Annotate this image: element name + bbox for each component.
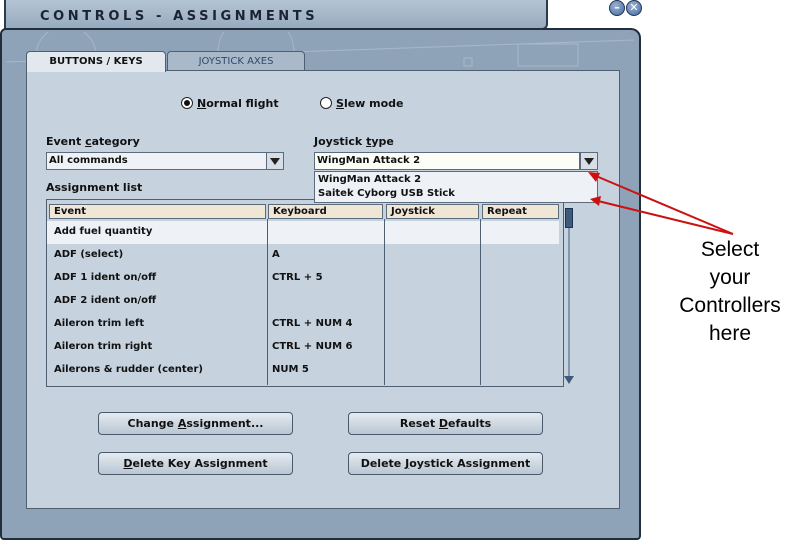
- tab-buttons-keys[interactable]: BUTTONS / KEYS: [26, 51, 166, 72]
- radio-button-icon: [181, 97, 193, 109]
- tab-joystick-axes[interactable]: JOYSTICK AXES: [167, 51, 305, 71]
- window-title: CONTROLS - ASSIGNMENTS: [40, 9, 319, 24]
- table-row[interactable]: ADF (select) A: [48, 249, 558, 265]
- close-icon[interactable]: ✕: [626, 0, 642, 16]
- table-row[interactable]: ADF 1 ident on/off CTRL + 5: [48, 272, 558, 288]
- assignment-list-label: Assignment list: [46, 181, 143, 194]
- annotation-callout: Select your Controllers here: [662, 236, 798, 348]
- cell-event: ADF 1 ident on/off: [54, 272, 157, 283]
- event-category-label: Event category: [46, 135, 140, 148]
- cell-event: Ailerons & rudder (center): [54, 364, 203, 375]
- annotation-line: Select: [700, 238, 760, 261]
- delete-key-assignment-button[interactable]: Delete Key Assignment: [98, 452, 293, 475]
- joystick-type-dropdown-list: WingMan Attack 2 Saitek Cyborg USB Stick: [314, 171, 598, 203]
- dropdown-option[interactable]: Saitek Cyborg USB Stick: [318, 188, 455, 199]
- cell-event: Aileron trim left: [54, 318, 145, 329]
- radio-selected-dot: [184, 100, 190, 106]
- dropdown-option[interactable]: WingMan Attack 2: [318, 174, 421, 185]
- slew-mode-radio[interactable]: Slew mode: [320, 97, 404, 111]
- column-header-keyboard[interactable]: Keyboard: [268, 204, 383, 219]
- column-header-joystick[interactable]: Joystick: [386, 204, 479, 219]
- normal-flight-label: Normal flight: [197, 97, 279, 110]
- annotation-line: your: [709, 266, 751, 289]
- event-category-select[interactable]: All commands: [46, 152, 267, 170]
- table-row[interactable]: Aileron trim left CTRL + NUM 4: [48, 318, 558, 334]
- cell-keyboard: CTRL + NUM 6: [272, 341, 353, 352]
- table-row[interactable]: Ailerons & rudder (center) NUM 5: [48, 364, 558, 380]
- joystick-type-label: Joystick type: [314, 135, 394, 148]
- table-row[interactable]: Add fuel quantity: [48, 226, 558, 242]
- annotation-arrows: [588, 172, 734, 235]
- joystick-type-select[interactable]: WingMan Attack 2: [314, 152, 580, 170]
- table-row[interactable]: ADF 2 ident on/off: [48, 295, 558, 311]
- minimize-icon[interactable]: –: [609, 0, 625, 16]
- cell-keyboard: NUM 5: [272, 364, 309, 375]
- cell-keyboard: CTRL + NUM 4: [272, 318, 353, 329]
- cell-keyboard: CTRL + 5: [272, 272, 323, 283]
- annotation-line: Controllers: [679, 294, 781, 317]
- cell-event: ADF (select): [54, 249, 124, 260]
- annotation-line: here: [708, 322, 752, 345]
- cell-keyboard: A: [272, 249, 280, 260]
- cell-event: Aileron trim right: [54, 341, 153, 352]
- column-header-event[interactable]: Event: [49, 204, 266, 219]
- reset-defaults-button[interactable]: Reset Defaults: [348, 412, 543, 435]
- cell-event: Add fuel quantity: [54, 226, 153, 237]
- cell-event: ADF 2 ident on/off: [54, 295, 157, 306]
- change-assignment-button[interactable]: Change Assignment...: [98, 412, 293, 435]
- slew-mode-label: Slew mode: [336, 97, 404, 110]
- delete-joystick-assignment-button[interactable]: Delete Joystick Assignment: [348, 452, 543, 475]
- table-row[interactable]: Aileron trim right CTRL + NUM 6: [48, 341, 558, 357]
- column-header-repeat[interactable]: Repeat: [482, 204, 559, 219]
- normal-flight-radio[interactable]: Normal flight: [181, 97, 279, 111]
- radio-button-icon: [320, 97, 332, 109]
- chevron-down-icon[interactable]: [266, 152, 284, 170]
